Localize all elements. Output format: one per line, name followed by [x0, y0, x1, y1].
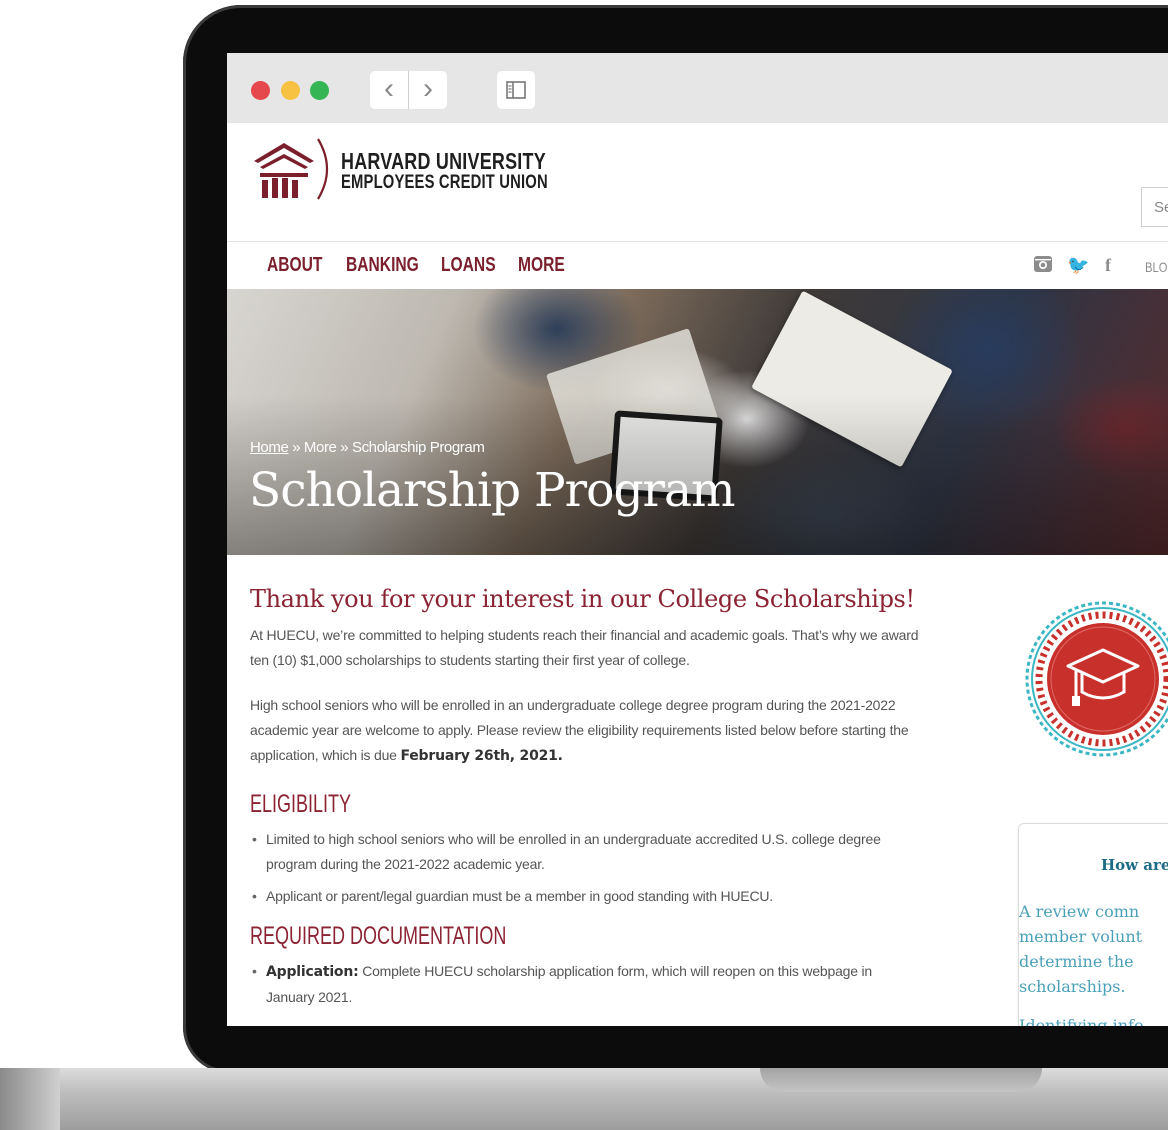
card-line: A review comn — [1019, 902, 1140, 921]
intro-paragraph: At HUECU, we’re committed to helping stu… — [250, 627, 919, 668]
eligibility-list: Limited to high school seniors who will … — [250, 827, 920, 909]
instagram-icon[interactable] — [1033, 255, 1053, 273]
nav-item-about[interactable]: ABOUT — [267, 254, 322, 277]
nav-item-loans[interactable]: LOANS — [441, 254, 496, 277]
laptop-base-edge — [0, 1068, 60, 1130]
graduation-cap-icon — [1025, 601, 1168, 757]
browser-window: ‹ › HARVARD UNIVERSITY EMPLOYEES CREDIT … — [227, 53, 1168, 1026]
eligibility-heading: ELIGIBILITY — [250, 790, 352, 818]
breadcrumb-more-link[interactable]: More — [304, 439, 337, 456]
breadcrumb-separator: » — [288, 439, 304, 456]
twitter-icon[interactable]: 🐦 — [1067, 255, 1089, 276]
application-paragraph: High school seniors who will be enrolled… — [250, 693, 920, 769]
nav-item-more[interactable]: MORE — [518, 254, 565, 277]
documentation-list: Application: Complete HUECU scholarship … — [250, 959, 920, 1010]
breadcrumb-current: Scholarship Program — [351, 439, 485, 456]
info-card: How are A review comn member volunt dete… — [1018, 823, 1168, 1026]
documentation-heading: REQUIRED DOCUMENTATION — [250, 922, 507, 950]
intro-heading: Thank you for your interest in our Colle… — [250, 585, 915, 613]
maximize-window-button[interactable] — [310, 81, 329, 100]
close-window-button[interactable] — [251, 81, 270, 100]
page-title: Scholarship Program — [249, 463, 736, 518]
facebook-icon[interactable]: f — [1105, 255, 1111, 276]
main-content: Thank you for your interest in our Colle… — [250, 583, 920, 1022]
breadcrumb-separator: » — [336, 439, 352, 456]
nav-item-blog[interactable]: BLO — [1145, 259, 1167, 275]
hero-banner: Home » More » Scholarship Program Schola… — [227, 289, 1168, 555]
browser-toolbar: ‹ › — [227, 53, 1168, 124]
doc-label: Application: — [266, 964, 359, 980]
brand-line-1: HARVARD UNIVERSITY — [341, 148, 546, 174]
brand-name[interactable]: HARVARD UNIVERSITY EMPLOYEES CREDIT UNIO… — [341, 149, 548, 193]
nav-item-banking[interactable]: BANKING — [346, 254, 419, 277]
card-line: Identifying info — [1019, 1016, 1144, 1026]
brand-line-2: EMPLOYEES CREDIT UNION — [341, 172, 548, 193]
list-item: Limited to high school seniors who will … — [250, 827, 920, 877]
site-header: HARVARD UNIVERSITY EMPLOYEES CREDIT UNIO… — [227, 123, 1168, 241]
card-line: member volunt — [1019, 927, 1143, 946]
breadcrumb: Home » More » Scholarship Program — [250, 439, 485, 456]
card-line: determine the — [1019, 952, 1134, 971]
sidebar-icon — [506, 81, 526, 99]
list-item: Applicant or parent/legal guardian must … — [250, 884, 920, 909]
sidebar-toggle-button[interactable] — [497, 71, 535, 109]
list-item: Application: Complete HUECU scholarship … — [250, 959, 920, 1010]
due-date: February 26th, 2021. — [400, 748, 563, 764]
back-button[interactable]: ‹ — [370, 71, 408, 109]
breadcrumb-home-link[interactable]: Home — [250, 439, 289, 456]
forward-button[interactable]: › — [408, 71, 447, 109]
search-input[interactable]: Se — [1141, 187, 1168, 227]
history-navigation: ‹ › — [370, 71, 447, 109]
main-navigation: ABOUT BANKING LOANS MORE 🐦 f BLO — [227, 241, 1168, 290]
minimize-window-button[interactable] — [281, 81, 300, 100]
laptop-notch — [760, 1068, 1042, 1092]
card-line: scholarships. — [1019, 977, 1126, 996]
application-paragraph-text: High school seniors who will be enrolled… — [250, 697, 909, 763]
credit-union-logo[interactable] — [250, 131, 330, 201]
card-text: A review comn member volunt determine th… — [1019, 899, 1168, 1026]
card-title: How are — [1101, 856, 1168, 874]
